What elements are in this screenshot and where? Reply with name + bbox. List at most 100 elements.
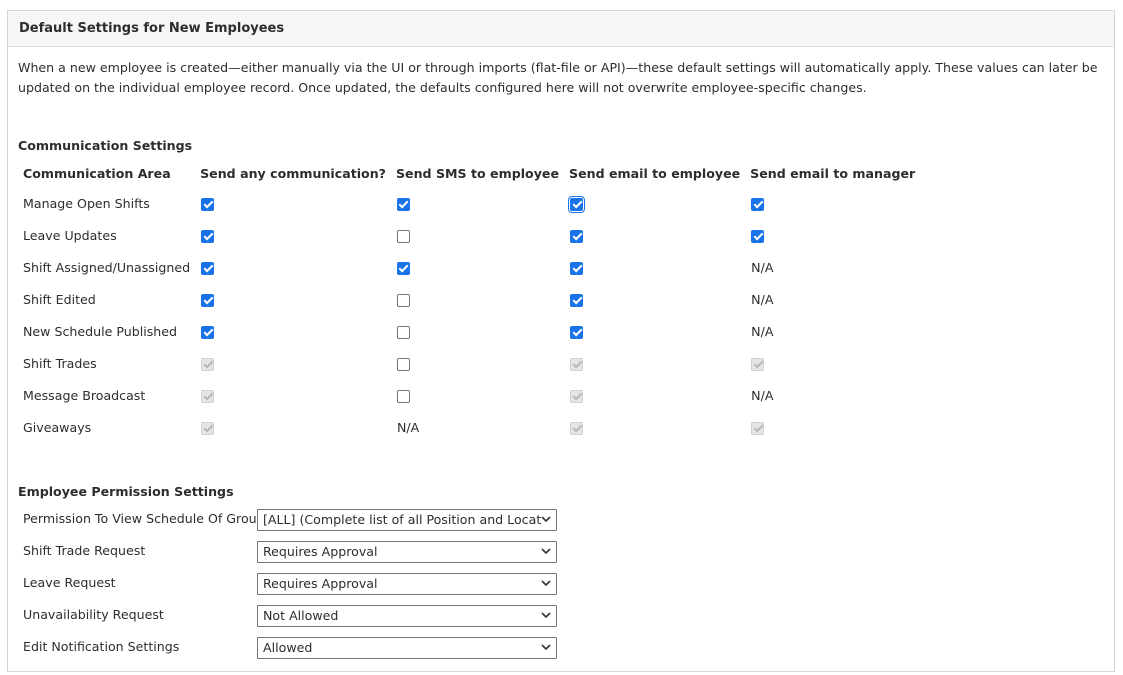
send-sms-checkbox[interactable] <box>396 325 410 339</box>
checkbox-cell <box>745 187 920 219</box>
checkbox-cell <box>564 251 745 283</box>
checkbox-cell <box>564 187 745 219</box>
checkbox-cell <box>564 315 745 347</box>
edit-notification-settings-label: Edit Notification Settings <box>23 639 180 654</box>
send-email-employee-checkbox <box>570 421 583 435</box>
not-applicable-text: N/A <box>751 291 774 307</box>
table-row: Shift Edited N/A <box>18 283 920 315</box>
send-email-employee-checkbox[interactable] <box>570 229 583 243</box>
table-row: Leave Updates <box>18 219 920 251</box>
panel-title: Default Settings for New Employees <box>8 11 1114 47</box>
communication-settings-title: Communication Settings <box>18 138 193 153</box>
communication-settings-table: Communication Area Send any communication… <box>18 159 920 443</box>
checkbox-cell <box>745 411 920 443</box>
send-any-checkbox[interactable] <box>201 261 215 275</box>
table-row: Shift Assigned/Unassigned N/A <box>18 251 920 283</box>
checkbox-cell <box>391 283 564 315</box>
send-any-checkbox <box>201 421 215 435</box>
send-email-manager-checkbox[interactable] <box>751 197 765 211</box>
leave-request-select[interactable]: Requires Approval <box>257 573 557 595</box>
table-row: Manage Open Shifts <box>18 187 920 219</box>
checkbox-cell <box>195 411 391 443</box>
checkbox-cell <box>195 219 391 251</box>
checkbox-cell <box>391 315 564 347</box>
checkbox-cell <box>564 219 745 251</box>
send-email-employee-checkbox[interactable] <box>568 195 585 213</box>
send-sms-checkbox[interactable] <box>396 197 410 211</box>
checkbox-cell <box>564 411 745 443</box>
view-schedule-group-select[interactable]: [ALL] (Complete list of all Position and… <box>257 509 557 531</box>
communication-area-label: Shift Edited <box>23 291 96 307</box>
checkbox-cell <box>391 347 564 379</box>
send-email-employee-checkbox[interactable] <box>570 293 583 307</box>
shift-trade-request-select[interactable]: Requires Approval <box>257 541 557 563</box>
communication-area-label: Leave Updates <box>23 227 117 243</box>
send-sms-checkbox[interactable] <box>396 229 410 243</box>
checkbox-cell <box>195 251 391 283</box>
send-sms-header: Send SMS to employee <box>395 165 559 181</box>
select-value: [ALL] (Complete list of all Position and… <box>263 512 541 527</box>
checkbox-cell: N/A <box>745 283 920 315</box>
employee-permission-settings-title: Employee Permission Settings <box>18 484 234 499</box>
send-sms-checkbox[interactable] <box>396 261 410 275</box>
send-email-manager-checkbox <box>751 357 765 371</box>
send-email-employee-header: Send email to employee <box>569 165 741 181</box>
communication-area-label: Message Broadcast <box>23 387 146 403</box>
table-row: Shift Trades <box>18 347 920 379</box>
send-email-employee-checkbox <box>570 357 583 371</box>
communication-area-label: Shift Trades <box>23 355 97 371</box>
communication-area-label: Giveaways <box>23 419 92 435</box>
communication-area-label: New Schedule Published <box>23 323 177 339</box>
table-row: Giveaways N/A <box>18 411 920 443</box>
send-any-checkbox[interactable] <box>201 293 215 307</box>
checkbox-cell <box>391 187 564 219</box>
send-email-employee-checkbox <box>570 389 583 403</box>
send-email-manager-checkbox[interactable] <box>751 229 765 243</box>
checkbox-cell <box>391 219 564 251</box>
send-any-checkbox[interactable] <box>201 325 215 339</box>
shift-trade-request-label: Shift Trade Request <box>23 543 146 558</box>
send-email-employee-checkbox[interactable] <box>570 261 583 275</box>
edit-notification-settings-select[interactable]: Allowed <box>257 637 557 659</box>
send-sms-checkbox[interactable] <box>396 389 410 403</box>
checkbox-cell: N/A <box>745 379 920 411</box>
chevron-down-icon <box>541 580 551 587</box>
send-email-manager-header: Send email to manager <box>750 165 916 181</box>
checkbox-cell <box>195 283 391 315</box>
not-applicable-text: N/A <box>396 419 420 435</box>
send-any-checkbox[interactable] <box>201 197 215 211</box>
checkbox-cell <box>195 347 391 379</box>
send-email-manager-checkbox <box>751 421 765 435</box>
unavailability-request-select[interactable]: Not Allowed <box>257 605 557 627</box>
checkbox-cell <box>564 379 745 411</box>
default-settings-panel: Default Settings for New Employees When … <box>7 10 1115 672</box>
chevron-down-icon <box>541 548 551 555</box>
send-sms-checkbox[interactable] <box>396 293 410 307</box>
checkbox-cell <box>745 219 920 251</box>
send-sms-checkbox[interactable] <box>396 357 410 371</box>
send-any-checkbox <box>201 389 215 403</box>
checkbox-cell: N/A <box>745 251 920 283</box>
communication-area-header: Communication Area <box>23 165 171 181</box>
checkbox-cell: N/A <box>745 315 920 347</box>
communication-settings-rows: Manage Open Shifts Leave Updates Shift Ass… <box>18 187 920 443</box>
checkbox-cell <box>391 251 564 283</box>
checkbox-cell <box>195 379 391 411</box>
intro-text: When a new employee is created—either ma… <box>18 60 1098 95</box>
checkbox-cell: N/A <box>391 411 564 443</box>
not-applicable-text: N/A <box>751 259 774 275</box>
table-header-row: Communication Area Send any communication… <box>18 159 920 187</box>
checkbox-cell <box>195 187 391 219</box>
send-any-checkbox[interactable] <box>201 229 215 243</box>
communication-area-label: Manage Open Shifts <box>23 195 150 211</box>
not-applicable-text: N/A <box>751 387 774 403</box>
checkbox-cell <box>391 379 564 411</box>
send-any-communication-header: Send any communication? <box>200 165 386 181</box>
send-email-employee-checkbox[interactable] <box>570 325 583 339</box>
select-value: Requires Approval <box>263 544 378 559</box>
unavailability-request-label: Unavailability Request <box>23 607 164 622</box>
checkbox-cell <box>564 283 745 315</box>
checkbox-cell <box>564 347 745 379</box>
table-row: New Schedule Published N/A <box>18 315 920 347</box>
not-applicable-text: N/A <box>751 323 774 339</box>
